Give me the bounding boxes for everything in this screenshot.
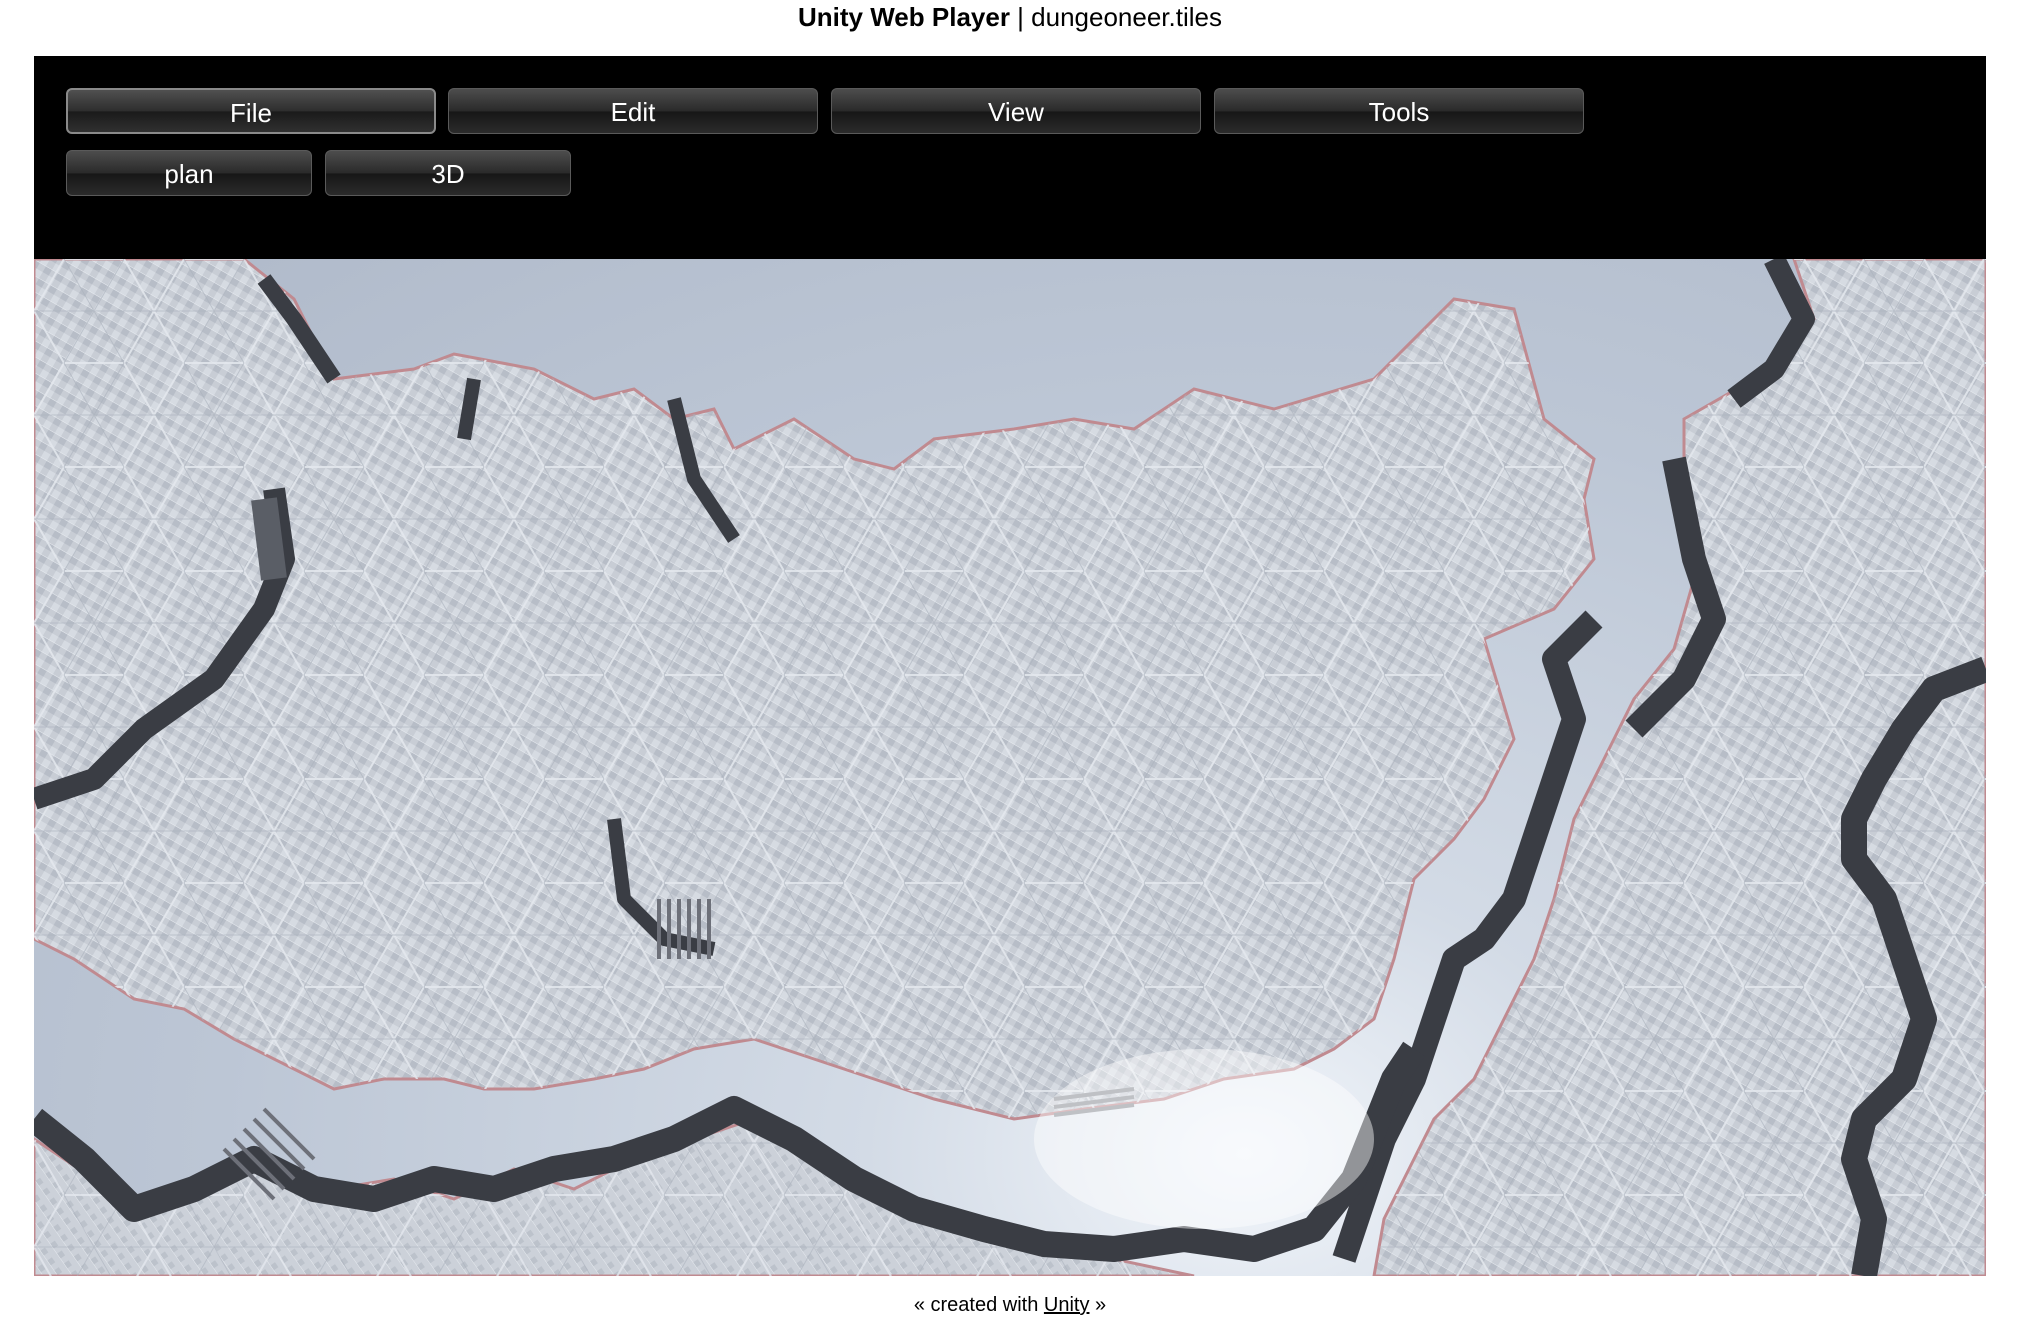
toolbar: File Edit View Tools plan 3D — [34, 56, 1986, 259]
floor-region-left — [34, 259, 1596, 1121]
hex-tile-dungeon-scene-icon — [34, 259, 1986, 1276]
page-title-rest: dungeoneer.tiles — [1031, 2, 1222, 32]
unity-player[interactable]: File Edit View Tools plan 3D — [34, 56, 1986, 1276]
3d-viewport[interactable] — [34, 259, 1986, 1276]
edit-menu-button[interactable]: Edit — [448, 88, 818, 134]
view-menu-button[interactable]: View — [831, 88, 1201, 134]
light-glow — [1034, 1049, 1374, 1229]
unity-link[interactable]: Unity — [1044, 1294, 1090, 1316]
floor-region-bottom — [34, 1117, 1195, 1276]
plan-view-button[interactable]: plan — [66, 150, 312, 196]
footer-suffix: » — [1089, 1294, 1107, 1316]
page-title-bold: Unity Web Player — [798, 2, 1010, 32]
tools-menu-button[interactable]: Tools — [1214, 88, 1584, 134]
page-title: Unity Web Player | dungeoneer.tiles — [0, 0, 2020, 34]
footer-prefix: « created with — [913, 1294, 1044, 1316]
file-menu-button[interactable]: File — [66, 88, 436, 134]
footer: « created with Unity » — [0, 1294, 2020, 1317]
3d-view-button[interactable]: 3D — [325, 150, 571, 196]
page-title-separator: | — [1009, 2, 1032, 32]
